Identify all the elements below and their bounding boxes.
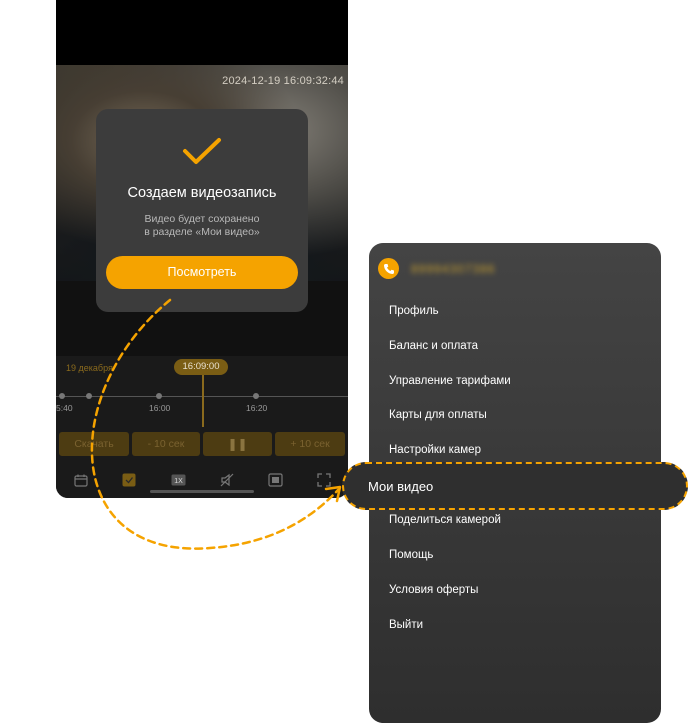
- download-button[interactable]: Скачать: [59, 432, 129, 456]
- menu-item-tariffs[interactable]: Управление тарифами: [389, 375, 511, 387]
- timeline-tick: [253, 393, 259, 399]
- timeline-date: 19 декабря: [66, 363, 113, 373]
- recording-dialog: Создаем видеозапись Видео будет сохранен…: [96, 109, 308, 312]
- dialog-subtitle: Видео будет сохранено в разделе «Мои вид…: [96, 213, 308, 239]
- view-button[interactable]: Посмотреть: [106, 256, 298, 289]
- speed-icon[interactable]: 1X: [168, 470, 188, 490]
- mute-icon[interactable]: [217, 470, 237, 490]
- forward-10-button[interactable]: + 10 сек: [275, 432, 345, 456]
- menu-item-balance[interactable]: Баланс и оплата: [389, 340, 478, 352]
- fullscreen-icon[interactable]: [314, 470, 334, 490]
- menu-item-payment-cards[interactable]: Карты для оплаты: [389, 409, 487, 421]
- timeline-tick: [59, 393, 65, 399]
- checkmark-icon: [183, 138, 221, 164]
- timeline-tick-label: 16:20: [246, 403, 268, 413]
- dialog-subtitle-line: в разделе «Мои видео»: [144, 226, 260, 238]
- timeline-cursor[interactable]: [202, 375, 204, 427]
- rewind-10-button[interactable]: - 10 сек: [132, 432, 200, 456]
- dialog-subtitle-line: Видео будет сохранено: [144, 213, 260, 225]
- timeline-panel: 19 декабря 16:09:00 5:40 16:00 16:20 Ска…: [56, 356, 348, 498]
- menu-item-help[interactable]: Помощь: [389, 549, 433, 561]
- timeline-tick-label: 16:00: [149, 403, 171, 413]
- timeline-tick-label: 5:40: [56, 403, 73, 413]
- menu-item-share-camera[interactable]: Поделиться камерой: [389, 514, 501, 526]
- phone-icon: [378, 258, 399, 279]
- timeline-tick: [156, 393, 162, 399]
- record-clip-icon[interactable]: [119, 470, 139, 490]
- speed-label: 1X: [174, 478, 183, 485]
- timeline-tick: [86, 393, 92, 399]
- screenshot-icon[interactable]: [265, 470, 285, 490]
- menu-item-profile[interactable]: Профиль: [389, 305, 439, 317]
- menu-item-my-videos-label: Мои видео: [368, 479, 434, 494]
- home-indicator: [150, 490, 254, 493]
- menu-item-camera-settings[interactable]: Настройки камер: [389, 444, 481, 456]
- dialog-title: Создаем видеозапись: [127, 185, 277, 201]
- menu-item-logout[interactable]: Выйти: [389, 619, 423, 631]
- timeline-current-time: 16:09:00: [174, 359, 228, 375]
- pause-button[interactable]: ❚❚: [203, 432, 272, 456]
- account-phone-number: 89994307386: [411, 262, 496, 276]
- video-timestamp: 2024-12-19 16:09:32:44: [222, 75, 344, 87]
- menu-item-my-videos[interactable]: Мои видео: [342, 462, 688, 510]
- menu-item-terms[interactable]: Условия оферты: [389, 584, 478, 596]
- calendar-icon[interactable]: [71, 470, 91, 490]
